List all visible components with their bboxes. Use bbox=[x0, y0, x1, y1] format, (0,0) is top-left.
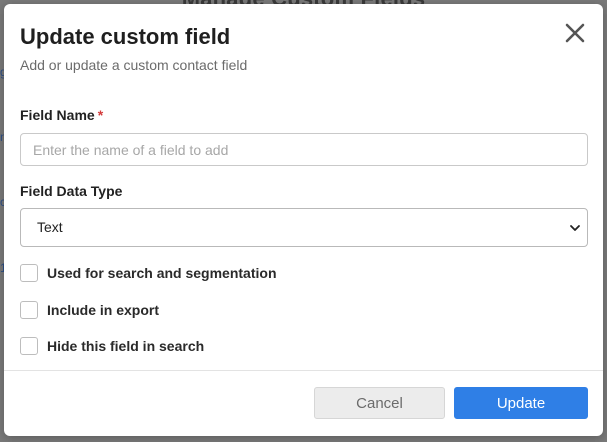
hide-in-search-label[interactable]: Hide this field in search bbox=[47, 337, 204, 355]
close-icon bbox=[565, 23, 585, 43]
modal-title: Update custom field bbox=[20, 24, 231, 49]
include-in-export-label[interactable]: Include in export bbox=[47, 301, 159, 319]
modal-subtitle: Add or update a custom contact field bbox=[20, 57, 248, 73]
close-button[interactable] bbox=[561, 19, 589, 47]
search-segmentation-option[interactable]: Used for search and segmentation bbox=[20, 264, 587, 282]
cancel-button[interactable]: Cancel bbox=[314, 387, 445, 419]
field-name-input[interactable] bbox=[20, 133, 588, 166]
update-button[interactable]: Update bbox=[454, 387, 588, 419]
modal-body: Field Name* Field Data Type Text Used fo… bbox=[4, 88, 603, 355]
field-data-type-selected-value: Text bbox=[37, 219, 63, 235]
include-in-export-option[interactable]: Include in export bbox=[20, 301, 587, 319]
field-name-label-text: Field Name bbox=[20, 107, 95, 123]
include-in-export-checkbox[interactable] bbox=[20, 301, 38, 319]
modal-header: Update custom field Add or update a cust… bbox=[4, 4, 603, 88]
footer-divider bbox=[4, 370, 603, 371]
search-segmentation-label[interactable]: Used for search and segmentation bbox=[47, 264, 277, 282]
field-name-label: Field Name * bbox=[20, 106, 587, 124]
hide-in-search-checkbox[interactable] bbox=[20, 337, 38, 355]
hide-in-search-option[interactable]: Hide this field in search bbox=[20, 337, 587, 355]
update-custom-field-dialog: Update custom field Add or update a cust… bbox=[4, 4, 603, 436]
search-segmentation-checkbox[interactable] bbox=[20, 264, 38, 282]
modal-footer: Cancel Update bbox=[314, 387, 588, 419]
field-data-type-label: Field Data Type bbox=[20, 183, 123, 199]
chevron-down-icon bbox=[570, 225, 580, 231]
required-mark: * bbox=[97, 107, 104, 123]
field-data-type-select[interactable]: Text bbox=[20, 208, 588, 247]
